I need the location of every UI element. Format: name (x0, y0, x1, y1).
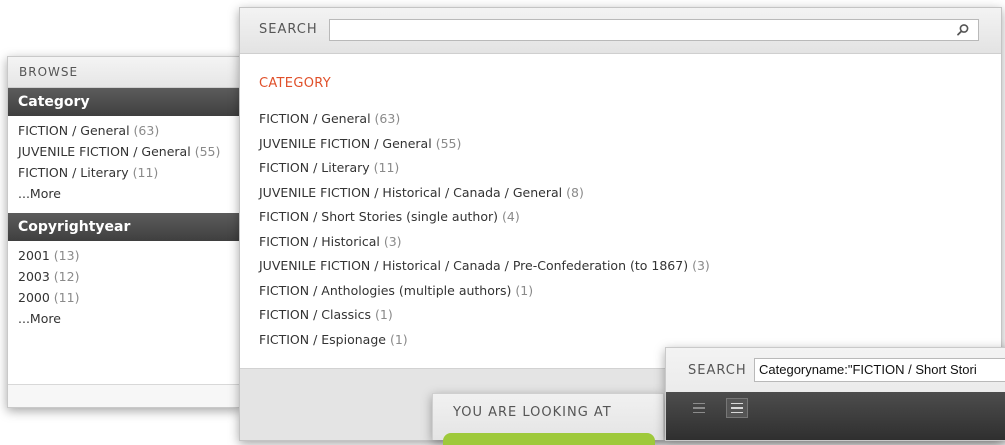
facet-item-count: (12) (53, 269, 80, 284)
result-count: (1) (389, 331, 408, 347)
facet-header-category[interactable]: Category (8, 88, 240, 116)
facet-header-copyrightyear[interactable]: Copyrightyear (8, 213, 240, 241)
facet-item-label[interactable]: FICTION / General (18, 123, 130, 138)
facet-item-label[interactable]: 2001 (18, 248, 50, 263)
facet-item[interactable]: 2003 (12) (18, 269, 230, 285)
result-count: (3) (383, 233, 402, 249)
list-item[interactable]: FICTION / Historical (3) (259, 234, 710, 259)
list-item[interactable]: JUVENILE FICTION / Historical / Canada /… (259, 185, 710, 210)
facet-item-label[interactable]: 2003 (18, 269, 50, 284)
facet-item-count: (13) (53, 248, 80, 263)
you-are-looking-at-panel: YOU ARE LOOKING AT (432, 393, 664, 445)
facet-more-link[interactable]: ...More (18, 186, 230, 202)
result-count: (1) (515, 282, 534, 298)
browse-panel: BROWSE Category FICTION / General (63) J… (7, 56, 241, 408)
list-view-icon[interactable] (688, 398, 710, 418)
facet-more-link[interactable]: ...More (18, 311, 230, 327)
facet-item-count: (63) (133, 123, 160, 138)
result-label[interactable]: JUVENILE FICTION / Historical / Canada /… (259, 258, 688, 273)
list-item[interactable]: FICTION / Espionage (1) (259, 332, 710, 357)
search-bar: SEARCH (240, 8, 1001, 54)
search-icon[interactable] (956, 23, 970, 37)
search-input[interactable] (329, 19, 979, 41)
result-label[interactable]: JUVENILE FICTION / Historical / Canada /… (259, 185, 562, 200)
facet-item-count: (55) (194, 144, 221, 159)
result-count: (8) (566, 184, 584, 200)
facet-item-label[interactable]: FICTION / Literary (18, 165, 129, 180)
search-query-field[interactable]: Categoryname:"FICTION / Short Stori (754, 358, 1005, 382)
facet-item[interactable]: FICTION / Literary (11) (18, 165, 230, 181)
browse-footer (8, 384, 240, 407)
search-label: SEARCH (688, 363, 747, 378)
list-item[interactable]: JUVENILE FICTION / Historical / Canada /… (259, 258, 710, 283)
list-item[interactable]: FICTION / Anthologies (multiple authors)… (259, 283, 710, 308)
category-title: CATEGORY (259, 76, 331, 91)
result-label[interactable]: JUVENILE FICTION / General (259, 136, 432, 151)
category-results-list: FICTION / General (63) JUVENILE FICTION … (259, 111, 710, 356)
current-filter-pill[interactable] (443, 433, 655, 445)
result-label[interactable]: FICTION / Historical (259, 234, 380, 249)
facet-item-label[interactable]: JUVENILE FICTION / General (18, 144, 191, 159)
result-label[interactable]: FICTION / General (259, 111, 371, 126)
looking-at-title: YOU ARE LOOKING AT (453, 405, 612, 420)
secondary-search-panel: SEARCH Categoryname:"FICTION / Short Sto… (665, 347, 1005, 441)
result-label[interactable]: FICTION / Short Stories (single author) (259, 209, 498, 224)
result-count: (1) (375, 307, 393, 322)
facet-item-count: (11) (53, 290, 80, 305)
facet-list-copyrightyear: 2001 (13) 2003 (12) 2000 (11) ...More (8, 241, 240, 338)
list-item[interactable]: FICTION / Classics (1) (259, 307, 710, 332)
browse-title: BROWSE (8, 57, 240, 88)
result-count: (55) (435, 135, 462, 151)
search-label: SEARCH (259, 22, 318, 37)
facet-item[interactable]: 2001 (13) (18, 248, 230, 264)
result-count: (11) (373, 160, 400, 175)
list-item[interactable]: FICTION / Short Stories (single author) … (259, 209, 710, 234)
detail-view-icon[interactable] (726, 398, 748, 418)
list-item[interactable]: FICTION / Literary (11) (259, 160, 710, 185)
list-item[interactable]: FICTION / General (63) (259, 111, 710, 136)
facet-list-category: FICTION / General (63) JUVENILE FICTION … (8, 116, 240, 213)
facet-item-count: (11) (132, 165, 159, 180)
facet-item[interactable]: FICTION / General (63) (18, 123, 230, 139)
facet-item[interactable]: 2000 (11) (18, 290, 230, 306)
result-count: (63) (374, 111, 401, 126)
facet-item[interactable]: JUVENILE FICTION / General (55) (18, 144, 230, 160)
result-label[interactable]: FICTION / Espionage (259, 332, 386, 347)
result-count: (4) (501, 209, 520, 224)
facet-item-label[interactable]: 2000 (18, 290, 50, 305)
list-item[interactable]: JUVENILE FICTION / General (55) (259, 136, 710, 161)
result-label[interactable]: FICTION / Classics (259, 307, 371, 322)
result-label[interactable]: FICTION / Literary (259, 160, 370, 175)
result-label[interactable]: FICTION / Anthologies (multiple authors) (259, 283, 511, 298)
result-count: (3) (692, 258, 710, 273)
results-toolbar (666, 392, 1005, 440)
